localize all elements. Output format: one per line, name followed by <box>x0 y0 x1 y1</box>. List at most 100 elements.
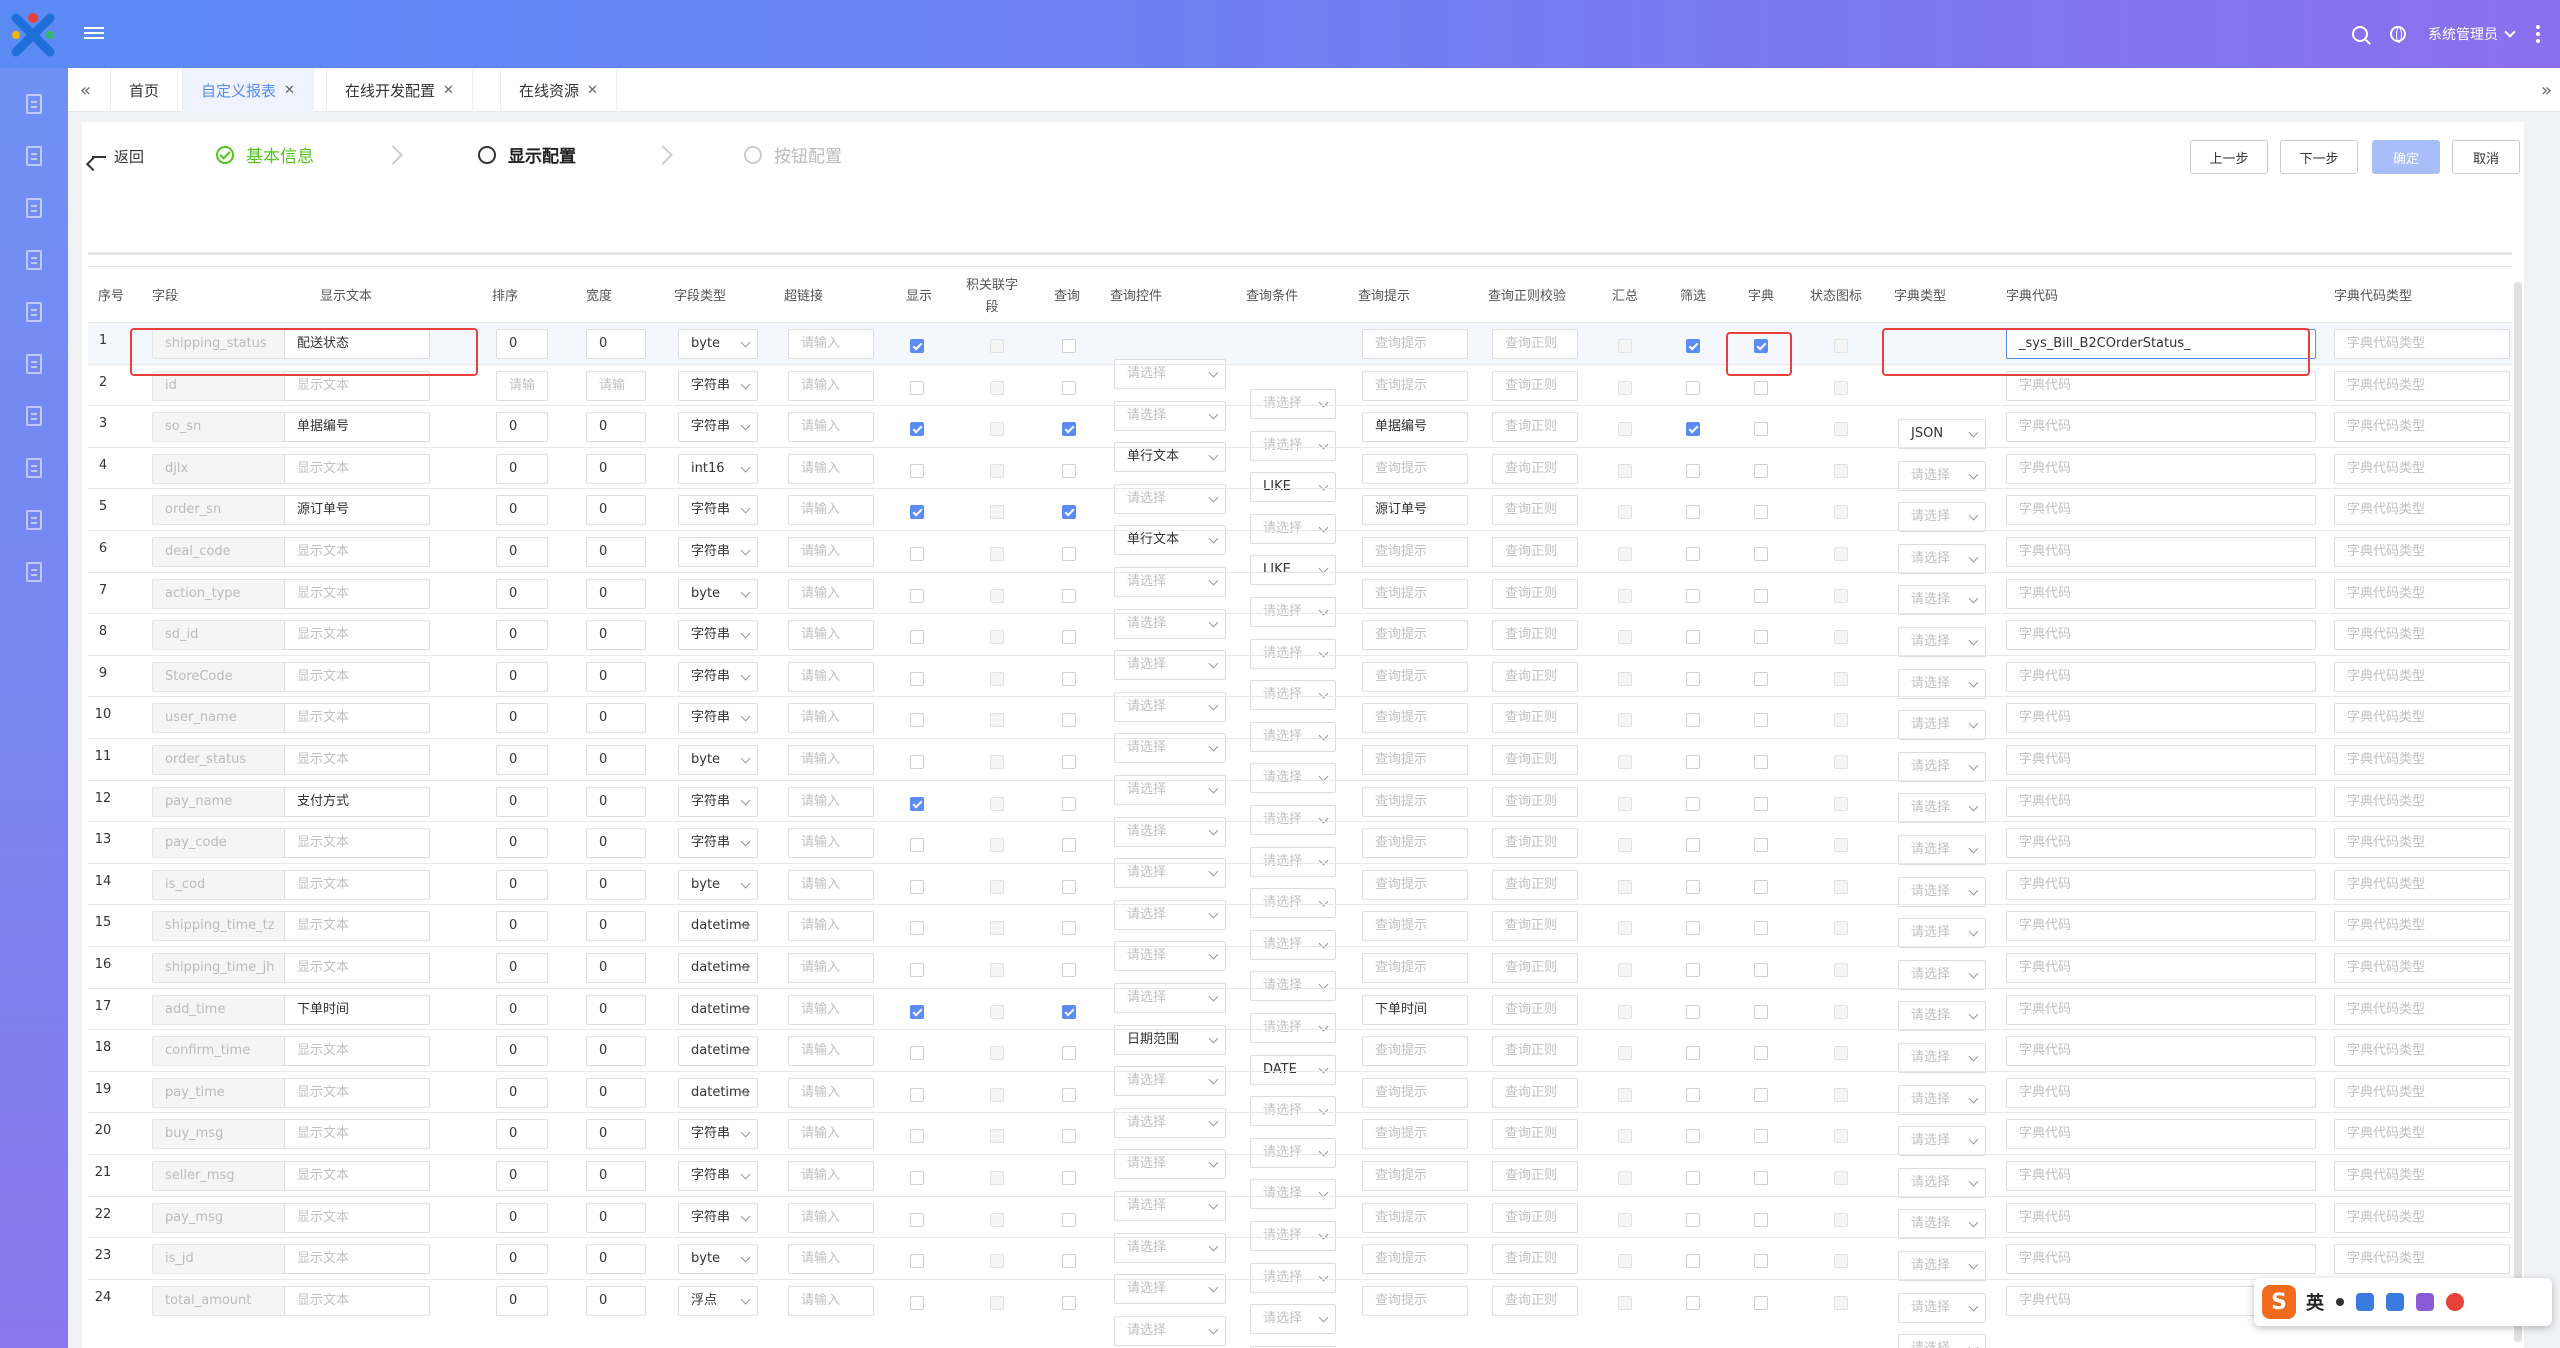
display-text-input[interactable]: 显示文本 <box>284 1202 430 1233</box>
field-type-select[interactable]: 字符串 <box>678 1202 758 1233</box>
hyperlink-input[interactable]: 请输入 <box>788 1244 874 1275</box>
query-hint-input[interactable]: 查询提示 <box>1362 911 1468 942</box>
filter-checkbox[interactable] <box>1686 963 1700 977</box>
dict-code-input[interactable]: 字典代码 <box>2006 953 2316 983</box>
show-checkbox[interactable] <box>910 1212 924 1227</box>
display-text-input[interactable]: 显示文本 <box>284 1285 430 1316</box>
field-name-input[interactable]: pay_time <box>152 1077 302 1108</box>
sort-input[interactable]: 0 <box>496 329 548 359</box>
dict-checkbox[interactable] <box>1754 796 1768 811</box>
query-regex-input[interactable]: 查询正则 <box>1492 370 1578 401</box>
dict-code-type-input[interactable]: 字典代码类型 <box>2334 1202 2510 1233</box>
display-text-input[interactable]: 显示文本 <box>284 661 430 692</box>
query-regex-input[interactable]: 查询正则 <box>1492 578 1578 609</box>
dict-checkbox[interactable] <box>1754 921 1768 936</box>
width-input[interactable]: 0 <box>586 495 646 526</box>
display-text-input[interactable]: 显示文本 <box>284 453 430 484</box>
status-icon-checkbox[interactable] <box>1834 1087 1848 1102</box>
query-regex-input[interactable]: 查询正则 <box>1492 1077 1578 1108</box>
linked-field-checkbox[interactable] <box>990 713 1004 728</box>
field-name-input[interactable]: pay_code <box>152 828 302 859</box>
field-type-select[interactable]: datetime <box>678 994 758 1025</box>
dict-code-type-input[interactable]: 字典代码类型 <box>2334 537 2510 567</box>
query-checkbox[interactable] <box>1062 1129 1076 1144</box>
linked-field-checkbox[interactable] <box>990 796 1004 811</box>
show-checkbox[interactable] <box>910 505 924 520</box>
dict-code-input[interactable]: 字典代码 <box>2006 994 2316 1025</box>
filter-checkbox[interactable] <box>1686 505 1700 520</box>
filter-checkbox[interactable] <box>1686 838 1700 853</box>
status-icon-checkbox[interactable] <box>1834 796 1848 811</box>
dict-code-type-input[interactable]: 字典代码类型 <box>2334 370 2510 401</box>
dict-code-type-input[interactable]: 字典代码类型 <box>2334 453 2510 484</box>
app-logo-icon[interactable] <box>8 10 58 60</box>
dict-checkbox[interactable] <box>1754 1087 1768 1102</box>
sum-checkbox[interactable] <box>1618 755 1632 769</box>
query-hint-input[interactable]: 查询提示 <box>1362 537 1468 567</box>
field-type-select[interactable]: byte <box>678 1244 758 1275</box>
field-name-input[interactable]: shipping_time_tz <box>152 911 302 942</box>
display-text-input[interactable]: 显示文本 <box>284 953 430 983</box>
dict-checkbox[interactable] <box>1754 1295 1768 1310</box>
linked-field-checkbox[interactable] <box>990 422 1004 437</box>
field-type-select[interactable]: 字符串 <box>678 620 758 651</box>
sum-checkbox[interactable] <box>1618 796 1632 811</box>
display-text-input[interactable]: 下单时间 <box>284 994 430 1025</box>
filter-checkbox[interactable] <box>1686 380 1700 395</box>
field-name-input[interactable]: deal_code <box>152 537 302 567</box>
query-regex-input[interactable]: 查询正则 <box>1492 703 1578 734</box>
query-checkbox[interactable] <box>1062 1004 1076 1019</box>
close-icon[interactable]: ✕ <box>587 83 598 98</box>
hyperlink-input[interactable]: 请输入 <box>788 869 874 900</box>
hyperlink-input[interactable]: 请输入 <box>788 828 874 859</box>
sort-input[interactable]: 0 <box>496 412 548 443</box>
microphone-icon[interactable] <box>2356 1293 2374 1311</box>
field-name-input[interactable]: user_name <box>152 703 302 734</box>
query-regex-input[interactable]: 查询正则 <box>1492 911 1578 942</box>
hyperlink-input[interactable]: 请输入 <box>788 953 874 983</box>
display-text-input[interactable]: 显示文本 <box>284 1119 430 1150</box>
show-checkbox[interactable] <box>910 838 924 853</box>
query-hint-input[interactable]: 查询提示 <box>1362 578 1468 609</box>
status-icon-checkbox[interactable] <box>1834 713 1848 728</box>
query-control-select[interactable]: 请选择 <box>1114 1315 1226 1346</box>
dict-code-input[interactable]: 字典代码 <box>2006 786 2316 817</box>
sum-checkbox[interactable] <box>1618 1046 1632 1061</box>
sort-input[interactable]: 0 <box>496 578 548 609</box>
sum-checkbox[interactable] <box>1618 1129 1632 1144</box>
dict-code-type-input[interactable]: 字典代码类型 <box>2334 953 2510 983</box>
field-type-select[interactable]: 字符串 <box>678 370 758 401</box>
dict-code-input[interactable]: 字典代码 <box>2006 1202 2316 1233</box>
filter-checkbox[interactable] <box>1686 463 1700 478</box>
status-icon-checkbox[interactable] <box>1834 963 1848 977</box>
status-icon-checkbox[interactable] <box>1834 838 1848 853</box>
status-icon-checkbox[interactable] <box>1834 588 1848 603</box>
dict-code-type-input[interactable]: 字典代码类型 <box>2334 911 2510 942</box>
field-type-select[interactable]: 字符串 <box>678 495 758 526</box>
field-type-select[interactable]: byte <box>678 869 758 900</box>
sidebar-menu-icon[interactable] <box>26 146 42 166</box>
display-text-input[interactable]: 显示文本 <box>284 620 430 651</box>
width-input[interactable]: 0 <box>586 620 646 651</box>
field-type-select[interactable]: 字符串 <box>678 1161 758 1191</box>
sidebar-menu-icon[interactable] <box>26 94 42 114</box>
show-checkbox[interactable] <box>910 339 924 353</box>
sum-checkbox[interactable] <box>1618 1254 1632 1269</box>
linked-field-checkbox[interactable] <box>990 339 1004 353</box>
hyperlink-input[interactable]: 请输入 <box>788 329 874 359</box>
field-type-select[interactable]: datetime <box>678 953 758 983</box>
query-checkbox[interactable] <box>1062 588 1076 603</box>
sort-input[interactable]: 0 <box>496 453 548 484</box>
hyperlink-input[interactable]: 请输入 <box>788 1161 874 1191</box>
show-checkbox[interactable] <box>910 879 924 894</box>
sum-checkbox[interactable] <box>1618 463 1632 478</box>
step-button-config[interactable]: 按钮配置 <box>744 142 842 167</box>
field-type-select[interactable]: byte <box>678 329 758 359</box>
more-vertical-icon[interactable] <box>2536 25 2540 43</box>
show-checkbox[interactable] <box>910 1295 924 1310</box>
show-checkbox[interactable] <box>910 921 924 936</box>
dict-checkbox[interactable] <box>1754 1254 1768 1269</box>
dict-code-input[interactable]: 字典代码 <box>2006 828 2316 859</box>
hyperlink-input[interactable]: 请输入 <box>788 1285 874 1316</box>
dict-code-type-input[interactable]: 字典代码类型 <box>2334 661 2510 692</box>
